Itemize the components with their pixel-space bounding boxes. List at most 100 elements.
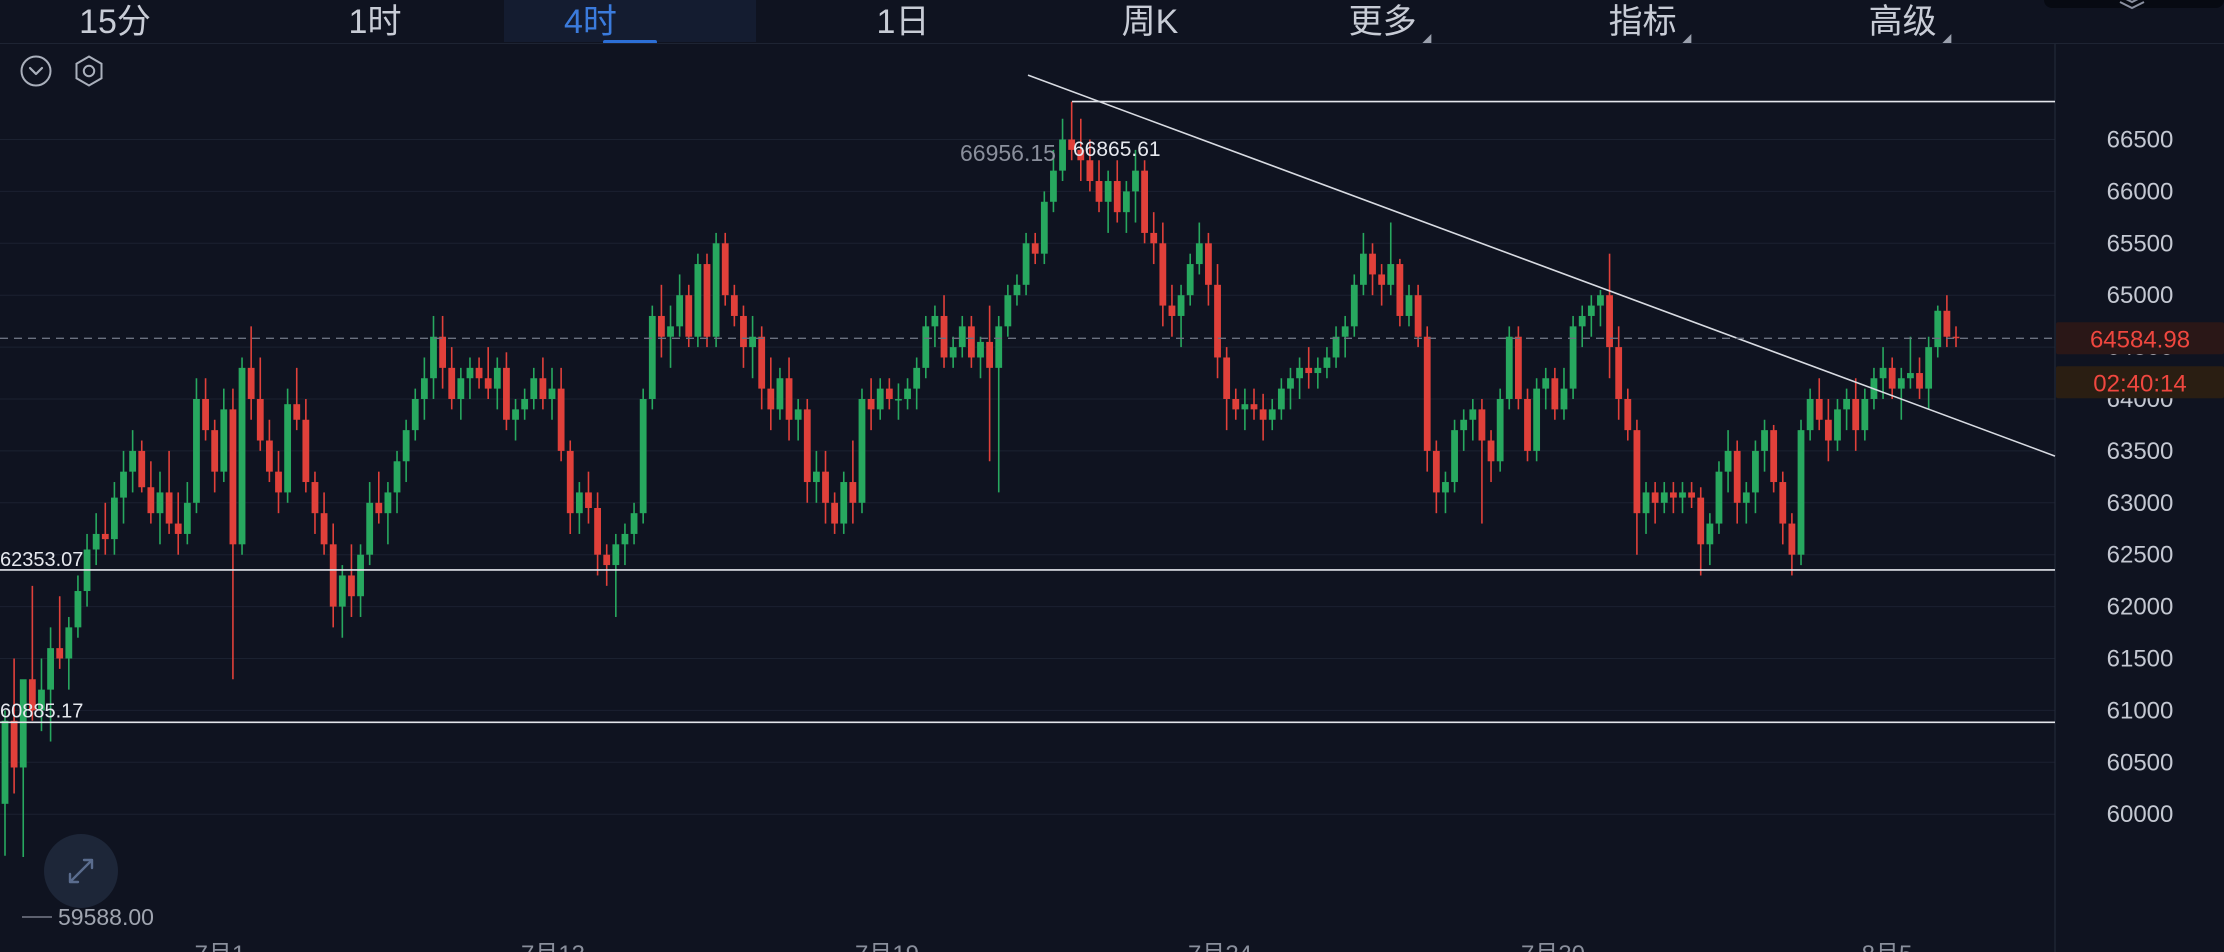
candle-body — [1697, 497, 1705, 545]
price-tick-label: 60500 — [2107, 749, 2174, 776]
candle-body — [639, 399, 647, 514]
candle-body — [1742, 492, 1750, 503]
candle-body — [922, 326, 930, 368]
candle-body — [1551, 378, 1559, 410]
candle-body — [138, 450, 146, 488]
candle-body — [867, 399, 875, 410]
candle-body — [1852, 399, 1860, 431]
candle-body — [1469, 409, 1477, 420]
candle-body — [575, 492, 583, 514]
candle-body — [366, 502, 374, 555]
candle-body — [658, 315, 665, 337]
candle-body — [1050, 170, 1057, 202]
candle-body — [165, 492, 173, 524]
candle-body — [1651, 492, 1659, 503]
candle-body — [621, 533, 629, 545]
candle-body — [1861, 399, 1869, 431]
candle-body — [1688, 492, 1696, 498]
candle-body — [1733, 450, 1741, 503]
candle-body — [1432, 450, 1440, 493]
candle-body — [895, 399, 902, 401]
candle-body — [1150, 232, 1158, 244]
candle-body — [1241, 404, 1249, 410]
candle-body — [265, 440, 273, 472]
candle-body — [667, 326, 674, 337]
candle-body — [1022, 243, 1030, 285]
candle-body — [1141, 170, 1149, 233]
candle-body — [229, 409, 237, 545]
candle-body — [949, 347, 957, 358]
candle-body — [694, 264, 702, 337]
candle-body — [1879, 367, 1887, 379]
candle-body — [986, 341, 994, 368]
candle-body — [703, 264, 711, 337]
candle-body — [284, 404, 292, 493]
candle-body — [1223, 357, 1231, 399]
candle-body — [557, 388, 565, 451]
candle-body — [1533, 388, 1541, 451]
candle-body — [1277, 388, 1285, 410]
candle-body — [329, 544, 337, 607]
candle-body — [1724, 450, 1732, 472]
candle-body — [1788, 523, 1796, 555]
candle-body — [466, 367, 474, 379]
candle-body — [183, 502, 191, 534]
countdown-label: 02:40:14 — [2093, 370, 2186, 397]
candle-body — [1004, 295, 1012, 327]
current-price-label: 64584.98 — [2090, 326, 2190, 353]
candle-body — [1168, 305, 1176, 316]
candle-body — [74, 591, 82, 628]
candle-body — [1660, 492, 1668, 503]
candle-body — [1323, 357, 1331, 368]
candle-body — [1113, 181, 1121, 213]
candle-body — [958, 326, 966, 348]
candle-body — [603, 554, 611, 566]
candle-body — [202, 399, 209, 431]
candle-body — [1843, 399, 1850, 410]
candle-body — [849, 482, 857, 503]
candle-body — [1332, 336, 1340, 358]
candle-body — [885, 388, 893, 399]
candle-body — [1095, 181, 1103, 202]
level-label-62353: 62353.07 — [0, 549, 83, 571]
candle-body — [812, 471, 820, 483]
price-tick-label: 61500 — [2107, 646, 2174, 673]
fullscreen-button[interactable] — [44, 834, 118, 908]
candle-body — [484, 378, 492, 389]
candle-body — [1824, 419, 1832, 441]
candle-body — [1815, 399, 1823, 420]
candle-body — [320, 513, 328, 545]
price-tick-label: 66000 — [2107, 178, 2174, 205]
candle-body — [56, 648, 64, 659]
candle-body — [1715, 471, 1723, 524]
candle-body — [193, 399, 200, 503]
candle-body — [10, 720, 18, 768]
candle-body — [111, 497, 118, 540]
candle-body — [730, 295, 738, 316]
candle-body — [1478, 409, 1486, 441]
candle-body — [1423, 336, 1431, 451]
candle-body — [1514, 336, 1522, 399]
candle-body — [211, 430, 219, 472]
candle-body — [1305, 367, 1313, 374]
price-level-layer — [0, 100, 2055, 724]
price-tick-label: 63500 — [2107, 438, 2174, 465]
candle-body — [1907, 373, 1914, 379]
candle-body — [1916, 373, 1923, 389]
candle-body — [685, 295, 693, 337]
candle-body — [1387, 264, 1395, 285]
candle-body — [1779, 482, 1787, 524]
candle-body — [503, 367, 510, 420]
candle-body — [393, 461, 401, 493]
candle-body — [1633, 430, 1641, 514]
candle-body — [676, 295, 684, 327]
candle-body — [302, 419, 310, 483]
candle-body — [1487, 440, 1495, 462]
candlestick-chart[interactable]: 60000 60500 61000 61500 62000 62500 63000 63500… — [0, 0, 2224, 952]
candle-body — [1, 720, 9, 804]
time-tick-label: 7月24 — [1188, 941, 1252, 952]
candle-body — [220, 409, 228, 472]
candle-body — [767, 388, 775, 410]
candle-body — [1606, 295, 1613, 348]
candle-body — [648, 315, 656, 399]
